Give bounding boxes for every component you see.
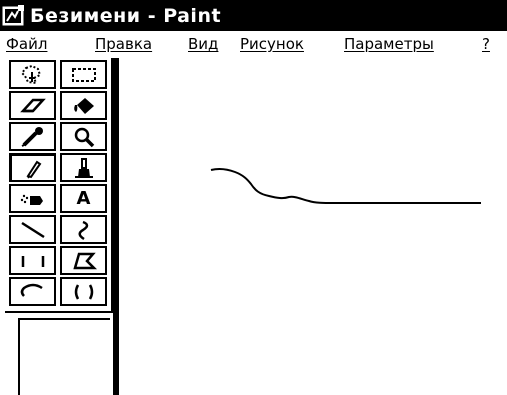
menu-bar: Файл Правка Вид Рисунок Параметры ? — [0, 31, 507, 59]
menu-options[interactable]: Параметры — [344, 35, 434, 53]
eyedropper-icon — [21, 126, 43, 147]
menu-view[interactable]: Вид — [188, 35, 218, 53]
line-icon — [20, 221, 45, 238]
pencil-icon — [26, 160, 42, 179]
brush-icon — [74, 157, 93, 178]
rectangle-icon — [21, 255, 44, 267]
toolbox: A — [5, 58, 113, 313]
ellipse-icon — [20, 283, 43, 297]
fill-tool[interactable] — [60, 91, 107, 120]
text-icon: A — [76, 188, 91, 209]
airbrush-icon — [20, 194, 43, 205]
line-tool[interactable] — [9, 215, 56, 244]
ellipse-tool[interactable] — [9, 277, 56, 306]
menu-image[interactable]: Рисунок — [240, 35, 304, 53]
drawing-canvas[interactable] — [113, 58, 507, 395]
eraser-icon — [19, 98, 46, 112]
pencil-stroke — [210, 167, 481, 204]
menu-help[interactable]: ? — [482, 35, 490, 53]
paint-window: Безимени - Paint Файл Правка Вид Рисунок… — [0, 0, 507, 395]
rectangle-tool[interactable] — [9, 246, 56, 275]
menu-file[interactable]: Файл — [6, 35, 47, 53]
rounded-rect-icon — [74, 283, 93, 300]
fill-icon — [73, 97, 94, 114]
rounded-rect-tool[interactable] — [60, 277, 107, 306]
polygon-tool[interactable] — [60, 246, 107, 275]
tool-grid: A — [9, 60, 107, 306]
text-tool[interactable]: A — [60, 184, 107, 213]
free-select-icon — [20, 64, 41, 84]
eraser-tool[interactable] — [9, 91, 56, 120]
menu-edit[interactable]: Правка — [95, 35, 152, 53]
curve-icon — [78, 220, 88, 240]
brush-tool[interactable] — [60, 153, 107, 182]
polygon-icon — [72, 252, 97, 269]
magnifier-icon — [74, 127, 94, 147]
airbrush-tool[interactable] — [9, 184, 56, 213]
free-select-tool[interactable] — [9, 60, 56, 89]
tool-options-box[interactable] — [18, 318, 110, 395]
curve-tool[interactable] — [60, 215, 107, 244]
rect-select-tool[interactable] — [60, 60, 107, 89]
title-bar[interactable]: Безимени - Paint — [0, 0, 507, 31]
window-title: Безимени - Paint — [30, 4, 222, 27]
pencil-tool[interactable] — [9, 153, 56, 182]
rect-select-icon — [71, 67, 96, 82]
magnifier-tool[interactable] — [60, 122, 107, 151]
eyedropper-tool[interactable] — [9, 122, 56, 151]
paint-app-icon[interactable] — [2, 4, 26, 28]
